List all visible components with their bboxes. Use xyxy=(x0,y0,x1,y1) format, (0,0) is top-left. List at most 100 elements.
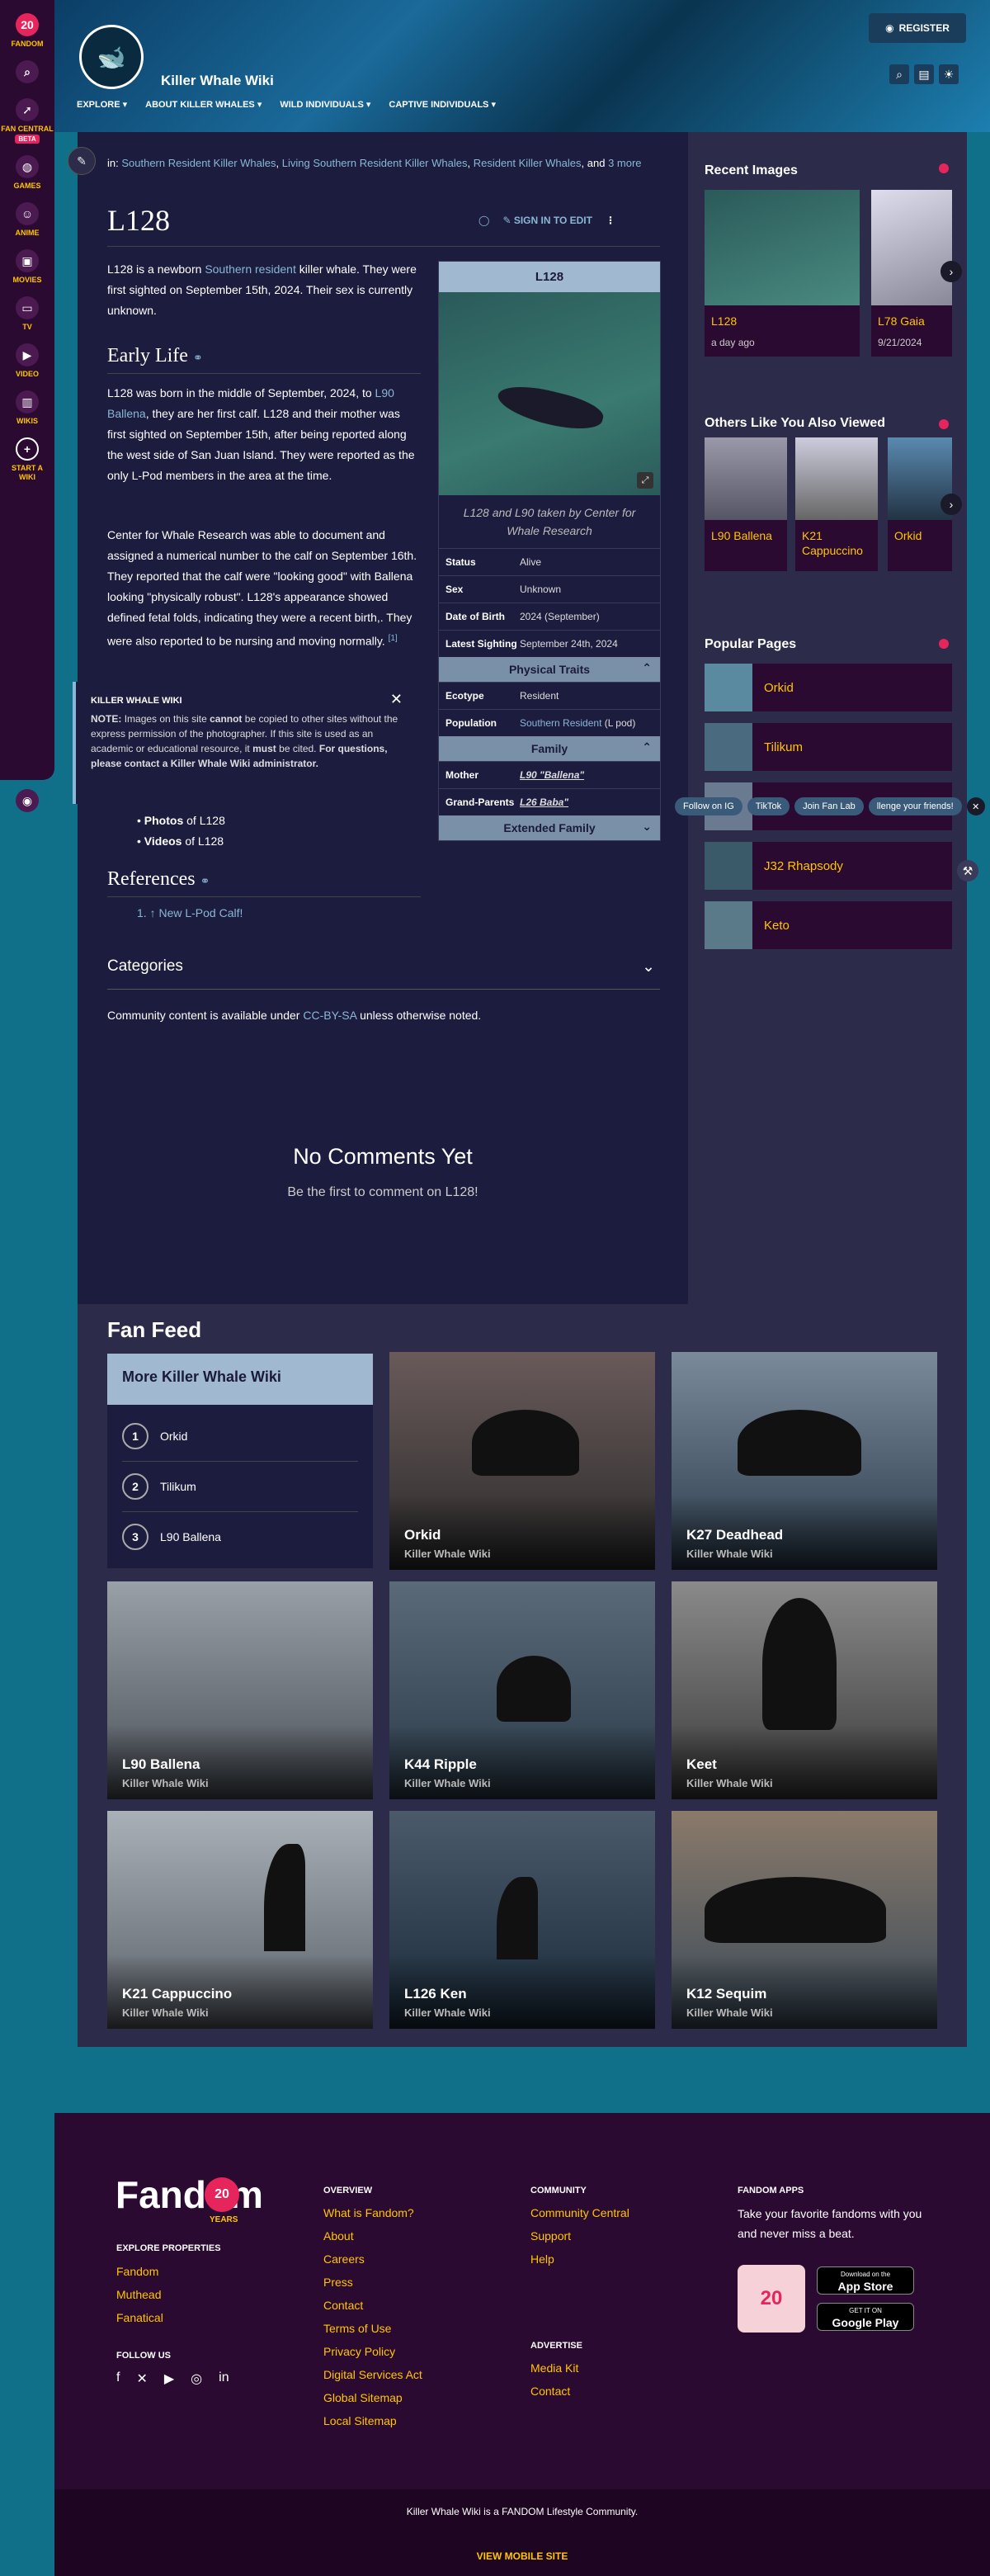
footer-link[interactable]: Support xyxy=(530,2229,571,2243)
fan-lab-chip[interactable]: Join Fan Lab xyxy=(794,797,864,815)
infobox-image[interactable]: ⤢ xyxy=(439,292,660,495)
feed-tile[interactable]: Keet Killer Whale Wiki xyxy=(672,1581,937,1799)
challenge-chip[interactable]: llenge your friends! xyxy=(868,797,962,815)
sidebar-search[interactable]: ⌕ xyxy=(0,60,54,87)
population-link[interactable]: Southern Resident xyxy=(520,717,601,729)
footer-link[interactable]: Fanatical xyxy=(116,2311,163,2324)
categories-toggle[interactable]: Categories ⌄ xyxy=(107,957,660,990)
others-card[interactable]: K21 Cappuccino xyxy=(795,437,878,571)
linkedin-icon[interactable]: in xyxy=(219,2370,229,2387)
footer-link[interactable]: Global Sitemap xyxy=(323,2391,403,2404)
wiki-name[interactable]: Killer Whale Wiki xyxy=(161,73,274,89)
carousel-next-icon[interactable]: › xyxy=(940,261,962,282)
footer-link[interactable]: Terms of Use xyxy=(323,2322,391,2335)
reference-item[interactable]: 1. ↑ New L-Pod Calf! xyxy=(137,906,243,919)
southern-resident-link[interactable]: Southern resident xyxy=(205,262,296,276)
sidebar-account[interactable]: ◉ xyxy=(16,789,39,815)
list-item[interactable]: 1 Orkid xyxy=(122,1411,358,1462)
wiki-logo-icon[interactable]: 🐋 xyxy=(79,25,144,89)
carousel-next-icon[interactable]: › xyxy=(940,494,962,515)
physical-traits-toggle[interactable]: Physical Traits ⌃ xyxy=(439,657,660,682)
sidebar-fandom[interactable]: 20 FANDOM xyxy=(0,13,54,49)
sidebar-movies[interactable]: ▣ MOVIES xyxy=(0,249,54,285)
others-card[interactable]: L90 Ballena xyxy=(705,437,787,571)
list-item[interactable]: 2 Tilikum xyxy=(122,1462,358,1512)
sign-in-to-edit-button[interactable]: ✎ SIGN IN TO EDIT xyxy=(502,215,592,226)
feed-tile[interactable]: K12 Sequim Killer Whale Wiki xyxy=(672,1811,937,2029)
theme-toggle-icon[interactable]: ☀ xyxy=(939,64,959,84)
reference-link[interactable]: [1] xyxy=(389,634,398,643)
tools-icon[interactable]: ⚒ xyxy=(957,860,978,882)
extended-family-toggle[interactable]: Extended Family ⌄ xyxy=(439,815,660,840)
feed-tile[interactable]: K44 Ripple Killer Whale Wiki xyxy=(389,1581,655,1799)
discussion-icon[interactable]: ▤ xyxy=(914,64,934,84)
footer-link[interactable]: Muthead xyxy=(116,2288,161,2301)
follow-ig-chip[interactable]: Follow on IG xyxy=(675,797,742,815)
feed-tile[interactable]: L126 Ken Killer Whale Wiki xyxy=(389,1811,655,2029)
footer-link[interactable]: Contact xyxy=(530,2385,570,2398)
popular-page-item[interactable]: Tilikum xyxy=(705,723,952,771)
footer-link[interactable]: Contact xyxy=(323,2299,363,2312)
feed-tile[interactable]: K21 Cappuccino Killer Whale Wiki xyxy=(107,1811,373,2029)
facebook-icon[interactable]: f xyxy=(116,2370,120,2387)
footer-link[interactable]: What is Fandom? xyxy=(323,2206,414,2219)
nav-about[interactable]: ABOUT KILLER WHALES ▾ xyxy=(145,99,262,110)
sidebar-fan-central[interactable]: ➚ FAN CENTRAL BETA xyxy=(0,98,54,144)
category-link[interactable]: Southern Resident Killer Whales xyxy=(121,157,276,169)
footer-link[interactable]: About xyxy=(323,2229,354,2243)
edit-pencil-icon[interactable]: ✎ xyxy=(68,147,96,175)
fandom-footer-logo[interactable]: Fandom xyxy=(116,2172,263,2217)
sidebar-games[interactable]: ◍ GAMES xyxy=(0,155,54,191)
twitter-icon[interactable]: ✕ xyxy=(136,2370,147,2387)
popular-page-item[interactable]: Keto xyxy=(705,901,952,949)
view-mobile-site-link[interactable]: VIEW MOBILE SITE xyxy=(54,2550,990,2562)
family-toggle[interactable]: Family ⌃ xyxy=(439,736,660,761)
register-button[interactable]: ◉ REGISTER xyxy=(869,13,966,43)
sidebar-start-wiki[interactable]: + START A WIKI xyxy=(0,437,54,482)
footer-link[interactable]: Help xyxy=(530,2252,554,2266)
feed-tile[interactable]: K27 Deadhead Killer Whale Wiki xyxy=(672,1352,937,1570)
grandparent-link[interactable]: L26 Baba" xyxy=(520,796,653,808)
feed-tile[interactable]: Orkid Killer Whale Wiki xyxy=(389,1352,655,1570)
popular-page-item[interactable]: Orkid xyxy=(705,664,952,711)
youtube-icon[interactable]: ▶ xyxy=(164,2370,174,2387)
nav-captive[interactable]: CAPTIVE INDIVIDUALS ▾ xyxy=(389,99,496,110)
footer-link[interactable]: Careers xyxy=(323,2252,365,2266)
expand-icon[interactable]: ⤢ xyxy=(637,472,653,489)
tiktok-chip[interactable]: TikTok xyxy=(747,797,790,815)
mother-link[interactable]: L90 "Ballena" xyxy=(520,769,653,781)
footer-link[interactable]: Fandom xyxy=(116,2265,158,2278)
instagram-icon[interactable]: ◎ xyxy=(191,2370,202,2387)
comment-icon[interactable]: ◯ xyxy=(478,215,489,226)
category-link[interactable]: Living Southern Resident Killer Whales xyxy=(282,157,468,169)
cc-by-sa-link[interactable]: CC-BY-SA xyxy=(303,1009,356,1022)
footer-link[interactable]: Press xyxy=(323,2276,353,2289)
category-link[interactable]: Resident Killer Whales xyxy=(474,157,582,169)
fandom-app-icon[interactable]: 20 xyxy=(738,2265,805,2333)
close-icon[interactable]: ✕ xyxy=(966,797,985,815)
sidebar-tv[interactable]: ▭ TV xyxy=(0,296,54,332)
sidebar-anime[interactable]: ☺ ANIME xyxy=(0,202,54,238)
list-item[interactable]: 3 L90 Ballena xyxy=(122,1512,358,1562)
app-store-button[interactable]: Download on the App Store xyxy=(817,2266,914,2295)
link-icon[interactable]: ⚭ xyxy=(193,352,203,365)
footer-link[interactable]: Community Central xyxy=(530,2206,629,2219)
list-item[interactable]: • Videos of L128 xyxy=(137,831,225,852)
footer-link[interactable]: Local Sitemap xyxy=(323,2414,397,2427)
search-icon[interactable]: ⌕ xyxy=(889,64,909,84)
sidebar-video[interactable]: ▶ VIDEO xyxy=(0,343,54,379)
nav-explore[interactable]: EXPLORE ▾ xyxy=(77,99,127,110)
footer-link[interactable]: Media Kit xyxy=(530,2361,578,2375)
ecotype-link[interactable]: Resident xyxy=(520,690,653,702)
footer-link[interactable]: Digital Services Act xyxy=(323,2368,422,2381)
close-icon[interactable]: ✕ xyxy=(390,692,403,707)
list-item[interactable]: • Photos of L128 xyxy=(137,811,225,831)
sidebar-wikis[interactable]: ▥ WIKIS xyxy=(0,390,54,426)
feed-tile[interactable]: L90 Ballena Killer Whale Wiki xyxy=(107,1581,373,1799)
recent-image-card[interactable]: L128 a day ago xyxy=(705,190,860,357)
more-categories-link[interactable]: 3 more xyxy=(608,157,641,169)
footer-link[interactable]: Privacy Policy xyxy=(323,2345,395,2358)
google-play-button[interactable]: GET IT ON Google Play xyxy=(817,2303,914,2331)
more-options-icon[interactable]: ⋮ xyxy=(606,215,615,226)
link-icon[interactable]: ⚭ xyxy=(200,876,210,888)
